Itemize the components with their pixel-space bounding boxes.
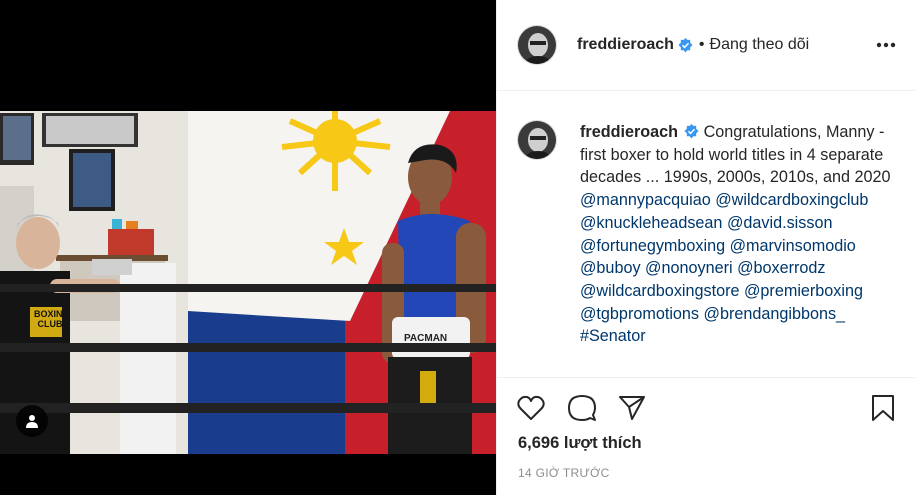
mention-link[interactable]: @premierboxing [744, 282, 863, 300]
comment-button[interactable] [566, 392, 598, 424]
post-header: freddieroach • Đang theo dõi [497, 0, 915, 91]
verified-badge-icon [678, 37, 693, 53]
following-button[interactable]: Đang theo dõi [710, 36, 810, 54]
mention-link[interactable]: @david.sisson [727, 214, 833, 232]
author-username[interactable]: freddieroach [577, 36, 674, 54]
author-avatar[interactable] [517, 25, 557, 65]
like-button[interactable] [515, 392, 547, 424]
post-media: BOXING CLUB PACMAN [0, 0, 496, 495]
header-separator: • [698, 36, 705, 53]
more-options-icon [876, 42, 896, 48]
avatar-image [518, 26, 556, 64]
post-timestamp[interactable]: 14 GIỜ TRƯỚC [518, 466, 610, 480]
shirt-text: BOXING CLUB [34, 309, 70, 329]
likes-count[interactable]: 6,696 lượt thích [518, 434, 642, 453]
comments-section: freddieroach Congratulations, Manny - fi… [497, 92, 915, 376]
bookmark-icon [872, 395, 894, 421]
save-button[interactable] [867, 392, 899, 424]
verified-badge-icon [684, 124, 699, 139]
post-details-panel: freddieroach • Đang theo dõi freddieroac… [496, 0, 915, 495]
post-caption: freddieroach Congratulations, Manny - fi… [580, 121, 900, 348]
share-button[interactable] [616, 392, 648, 424]
avatar-image [518, 121, 556, 159]
user-icon [26, 415, 38, 428]
hashtag-link[interactable]: #Senator [580, 327, 646, 345]
tagged-users-button[interactable] [16, 405, 48, 437]
mention-link[interactable]: @mannypacquiao [580, 191, 711, 209]
heart-icon [517, 395, 545, 420]
mention-link[interactable]: @buboy [580, 259, 641, 277]
mention-link[interactable]: @brendangibbons_ [704, 305, 846, 323]
post-photo[interactable]: BOXING CLUB PACMAN [0, 111, 496, 454]
mention-link[interactable]: @knuckleheadsean [580, 214, 722, 232]
paper-plane-icon [619, 396, 645, 420]
mention-link[interactable]: @nonoyneri [645, 259, 733, 277]
mention-link[interactable]: @tgbpromotions [580, 305, 699, 323]
header-line: freddieroach • Đang theo dõi [577, 36, 809, 54]
mention-link[interactable]: @wildcardboxingclub [715, 191, 868, 209]
caption-avatar[interactable] [517, 120, 557, 160]
waistband-text: PACMAN [404, 333, 448, 344]
mention-link[interactable]: @fortunegymboxing [580, 237, 725, 255]
post-actions: 6,696 lượt thích 14 GIỜ TRƯỚC [497, 377, 915, 495]
mention-link[interactable]: @boxerrodz [737, 259, 825, 277]
caption-username[interactable]: freddieroach [580, 123, 678, 141]
more-options-button[interactable] [873, 34, 899, 56]
boxing-gym-photo [0, 111, 496, 454]
mention-link[interactable]: @marvinsomodio [730, 237, 856, 255]
comment-icon [568, 395, 596, 421]
mention-link[interactable]: @wildcardboxingstore [580, 282, 740, 300]
